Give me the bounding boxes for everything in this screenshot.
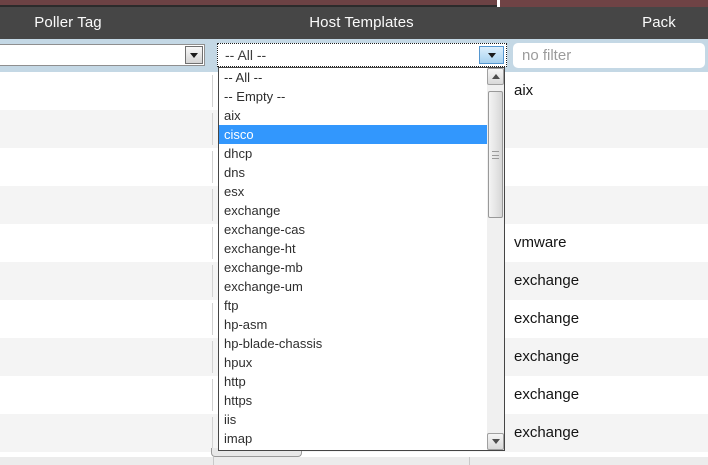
dropdown-option[interactable]: dns — [219, 163, 487, 182]
poller-tag-cell — [0, 341, 213, 373]
poller-tag-cell — [0, 265, 213, 297]
dropdown-option[interactable]: -- All -- — [219, 68, 487, 87]
poller-tag-cell — [0, 113, 213, 145]
poller-tag-cell — [0, 379, 213, 411]
chevron-down-icon — [488, 53, 496, 58]
dropdown-option[interactable]: ftp — [219, 296, 487, 315]
pack-cell — [510, 186, 708, 224]
poller-tag-cell — [0, 75, 213, 107]
dropdown-option[interactable]: dhcp — [219, 144, 487, 163]
host-templates-select[interactable]: -- All -- — [217, 43, 507, 67]
pack-cell: exchange — [510, 338, 708, 376]
host-templates-select-value: -- All -- — [225, 44, 266, 66]
dropdown-option[interactable]: esx — [219, 182, 487, 201]
scrollbar-down-button[interactable] — [487, 433, 504, 450]
arrow-down-icon — [492, 439, 500, 444]
pack-cell: vmware — [510, 224, 708, 262]
dropdown-option[interactable]: aix — [219, 106, 487, 125]
dropdown-option[interactable]: iis — [219, 410, 487, 429]
pack-cell: exchange — [510, 262, 708, 300]
table-header-bar: Poller Tag Host Templates Pack — [0, 7, 708, 39]
dropdown-option[interactable]: hp-blade-chassis — [219, 334, 487, 353]
dropdown-option[interactable]: exchange-ht — [219, 239, 487, 258]
poller-tag-select-arrow-button[interactable] — [185, 46, 203, 64]
column-header-host-templates[interactable]: Host Templates — [213, 7, 510, 39]
column-divider — [469, 457, 470, 465]
dropdown-option[interactable]: exchange-mb — [219, 258, 487, 277]
poller-tag-select[interactable] — [0, 44, 205, 66]
dropdown-option[interactable]: imap — [219, 429, 487, 448]
top-nav-strip-right — [500, 0, 708, 7]
scrollbar-grip-icon — [492, 151, 499, 159]
poller-tag-cell — [0, 189, 213, 221]
host-filter-screen: Poller Tag Host Templates Pack aix vmware… — [0, 0, 708, 465]
pack-filter-input[interactable] — [513, 43, 705, 68]
host-templates-dropdown-list: -- All ---- Empty --aixciscodhcpdnsesxex… — [218, 67, 505, 451]
chevron-down-icon — [190, 53, 198, 58]
poller-tag-cell — [0, 303, 213, 335]
poller-tag-cell — [0, 227, 213, 259]
dropdown-scrollbar[interactable] — [487, 68, 504, 450]
poller-tag-cell — [0, 417, 213, 449]
pack-cell — [510, 110, 708, 148]
host-templates-select-arrow-button[interactable] — [479, 46, 504, 64]
dropdown-option[interactable]: exchange — [219, 201, 487, 220]
scrollbar-thumb[interactable] — [488, 91, 503, 218]
column-header-poller-tag[interactable]: Poller Tag — [0, 7, 136, 39]
poller-tag-cell — [0, 151, 213, 183]
dropdown-option[interactable]: exchange-cas — [219, 220, 487, 239]
dropdown-option[interactable]: cisco — [219, 125, 487, 144]
pack-cell — [510, 148, 708, 186]
next-section-band — [0, 457, 708, 465]
dropdown-option[interactable]: http — [219, 372, 487, 391]
arrow-up-icon — [492, 74, 500, 79]
pack-cell: exchange — [510, 414, 708, 452]
column-header-pack[interactable]: Pack — [610, 7, 708, 39]
dropdown-option[interactable]: exchange-um — [219, 277, 487, 296]
dropdown-options: -- All ---- Empty --aixciscodhcpdnsesxex… — [219, 68, 487, 450]
pack-cell: exchange — [510, 376, 708, 414]
scrollbar-up-button[interactable] — [487, 68, 504, 85]
column-divider — [213, 457, 214, 465]
pack-cell: aix — [510, 72, 708, 110]
pack-cell: exchange — [510, 300, 708, 338]
dropdown-option[interactable]: -- Empty -- — [219, 87, 487, 106]
dropdown-option[interactable]: hpux — [219, 353, 487, 372]
dropdown-option[interactable]: https — [219, 391, 487, 410]
dropdown-option[interactable]: hp-asm — [219, 315, 487, 334]
